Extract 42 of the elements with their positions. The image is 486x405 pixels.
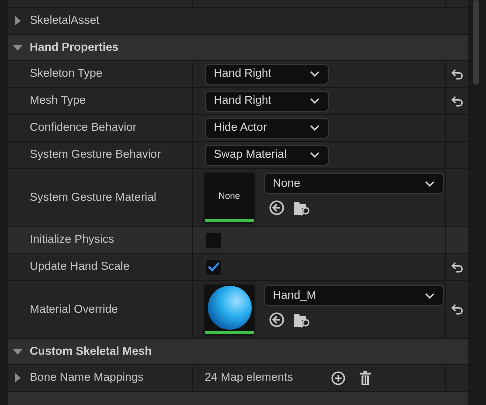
dropdown[interactable]: Hide Actor (205, 118, 329, 138)
add-icon[interactable] (331, 370, 346, 386)
browse-icon[interactable] (293, 312, 311, 328)
property-label: Skeleton Type (30, 68, 103, 80)
reset-icon[interactable] (450, 304, 464, 315)
expander-icon[interactable] (13, 16, 23, 26)
thumbnail[interactable]: None (205, 173, 254, 222)
property-label: Initialize Physics (30, 234, 114, 246)
dropdown[interactable]: Hand Right (205, 90, 329, 112)
property-label: Mesh Type (30, 95, 86, 107)
property-label: SkeletalAsset (30, 15, 100, 27)
property-label: System Gesture Behavior (30, 149, 162, 161)
chevron-down-icon (310, 125, 320, 131)
checkbox[interactable] (205, 258, 222, 276)
dropdown[interactable]: Hand Right (205, 64, 329, 84)
dropdown[interactable]: None (264, 173, 444, 194)
chevron-down-icon (310, 71, 320, 77)
checkbox[interactable] (205, 232, 222, 248)
chevron-down-icon (310, 98, 320, 104)
expander-icon[interactable] (13, 373, 23, 383)
category-header[interactable]: Hand Properties (30, 42, 119, 54)
reset-icon[interactable] (450, 96, 464, 106)
dropdown[interactable]: Swap Material (205, 144, 329, 166)
expander-icon[interactable] (13, 42, 23, 52)
property-label: Bone Name Mappings (30, 372, 144, 384)
use-selected-icon[interactable] (269, 312, 285, 328)
property-label: Confidence Behavior (30, 122, 137, 134)
chevron-down-icon (425, 180, 435, 186)
category-header[interactable]: Custom Skeletal Mesh (30, 346, 152, 358)
dropdown[interactable]: Hand_M (264, 285, 444, 306)
chevron-down-icon (425, 292, 435, 298)
chevron-down-icon (310, 152, 320, 158)
element-count: 24 Map elements (205, 372, 294, 384)
property-label: Update Hand Scale (30, 261, 130, 273)
reset-icon[interactable] (450, 68, 464, 80)
trash-icon[interactable] (359, 370, 372, 386)
use-selected-icon[interactable] (269, 200, 285, 216)
expander-icon[interactable] (13, 346, 23, 356)
property-label: System Gesture Material (30, 192, 157, 204)
reset-icon[interactable] (450, 262, 464, 272)
browse-icon[interactable] (293, 200, 311, 216)
property-label: Material Override (30, 304, 118, 316)
